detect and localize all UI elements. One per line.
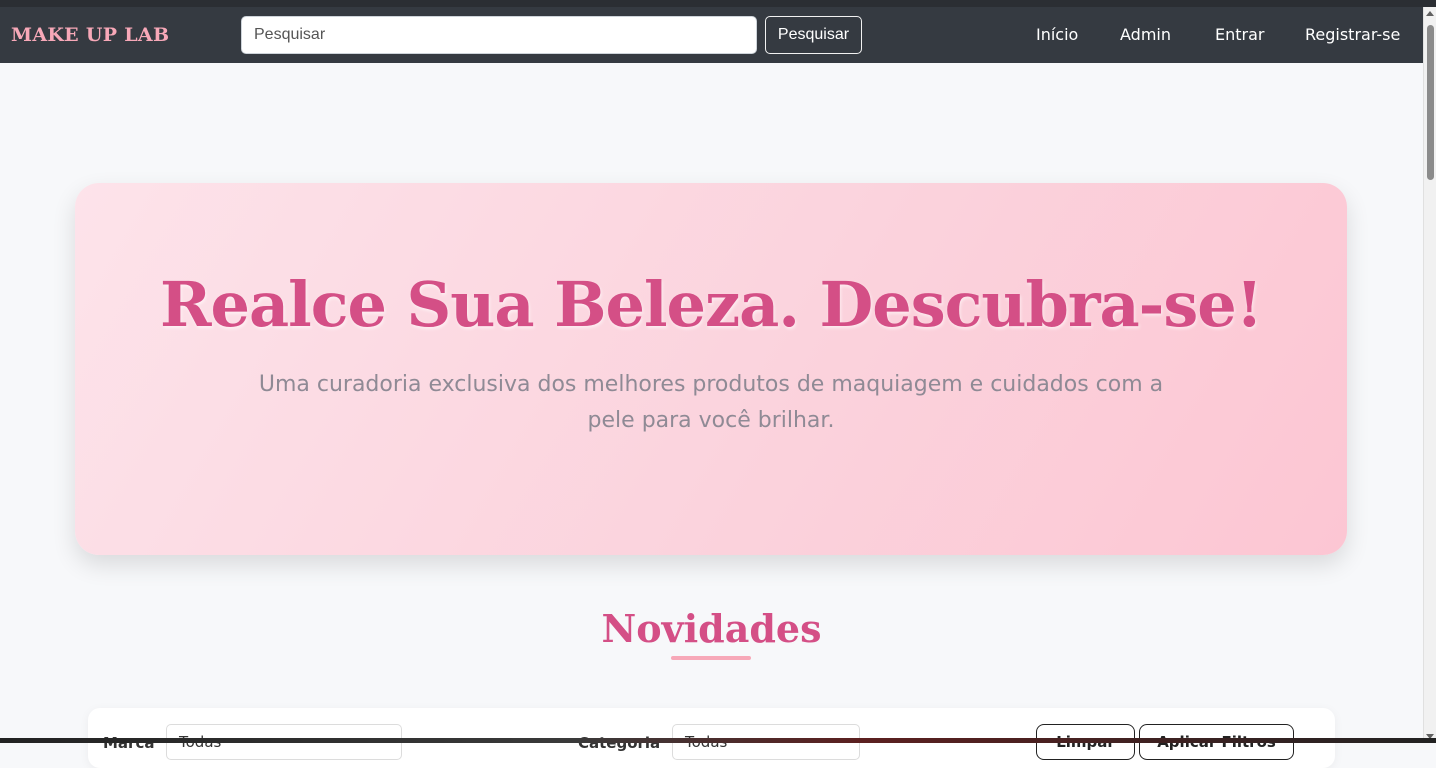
category-filter-label: Categoria [578, 734, 661, 752]
title-underline [671, 656, 751, 660]
brand-filter-label: Marca [103, 734, 155, 752]
scrollbar-thumb[interactable] [1427, 25, 1434, 180]
brand-logo[interactable]: MAKE UP LAB [11, 24, 169, 46]
nav-link-admin[interactable]: Admin [1120, 25, 1171, 44]
taskbar-edge [0, 738, 1436, 743]
navbar: MAKE UP LAB Pesquisar Início Admin Entra… [0, 7, 1423, 63]
search-input[interactable] [241, 16, 757, 54]
hero-subtitle: Uma curadoria exclusiva dos melhores pro… [258, 372, 1164, 433]
scroll-up-arrow-icon[interactable] [1426, 11, 1434, 16]
nav-link-entrar[interactable]: Entrar [1215, 25, 1264, 44]
browser-top-strip [0, 0, 1436, 7]
search-button[interactable]: Pesquisar [765, 16, 862, 54]
hero-title: Realce Sua Beleza. Descubra-se! [160, 268, 1263, 341]
nav-link-registrar[interactable]: Registrar-se [1305, 25, 1400, 44]
section-title: Novidades [601, 606, 822, 651]
nav-link-inicio[interactable]: Início [1036, 25, 1078, 44]
hero-banner: Realce Sua Beleza. Descubra-se! Uma cura… [75, 183, 1347, 555]
page-scrollbar[interactable] [1423, 7, 1436, 743]
